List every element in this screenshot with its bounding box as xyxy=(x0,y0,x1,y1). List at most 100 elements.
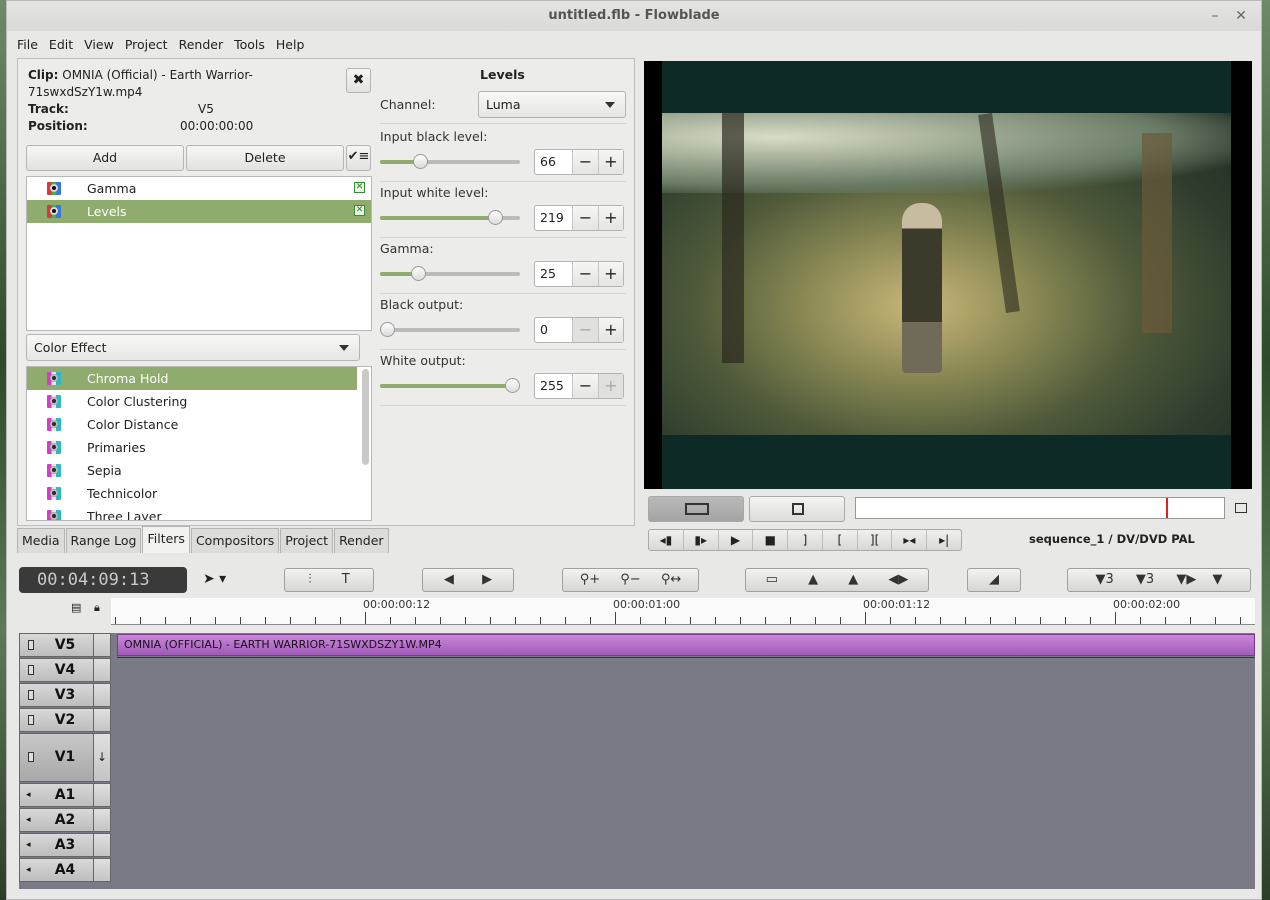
list-item[interactable]: Color Clustering xyxy=(27,390,371,413)
overwrite-range-icon: ▼ xyxy=(1212,572,1223,587)
clip-info: Clip: OMNIA (Official) - Earth Warrior-7… xyxy=(28,67,358,135)
track-toggle[interactable] xyxy=(93,633,111,657)
list-item[interactable]: Technicolor xyxy=(27,482,371,505)
slider-knob[interactable] xyxy=(380,322,395,337)
tab-filters[interactable]: Filters xyxy=(142,526,190,553)
toggle-all-filters-button[interactable]: ✔≡ xyxy=(346,145,371,171)
menu-project[interactable]: Project xyxy=(125,37,168,52)
increment-button[interactable]: + xyxy=(597,374,623,398)
stop-icon[interactable]: ■ xyxy=(753,530,789,550)
spin-value[interactable]: 255 xyxy=(535,374,572,398)
param-slider[interactable] xyxy=(380,322,520,337)
time-ruler[interactable]: 00:00:00:12 00:00:01:00 00:00:01:12 00:0… xyxy=(111,598,1255,625)
close-window-button[interactable]: ✕ xyxy=(1229,1,1253,31)
decrement-button[interactable]: − xyxy=(572,374,598,398)
lock-icon[interactable]: 🔒︎ xyxy=(94,601,100,615)
param-spinbutton[interactable]: 25− + xyxy=(534,261,624,287)
track-toggle[interactable] xyxy=(93,833,111,857)
clip-monitor-button[interactable] xyxy=(749,496,845,522)
play-icon[interactable]: ▶ xyxy=(719,530,754,550)
timecode-display[interactable]: 00:04:09:13 xyxy=(19,567,187,593)
insert-append-buttons[interactable]: ▼3 ▼3 ▼▶ ▼ xyxy=(1067,568,1251,592)
spin-value[interactable]: 0 xyxy=(535,318,572,342)
track-toggle[interactable] xyxy=(93,858,111,882)
go-to-out-icon[interactable]: ▸| xyxy=(927,530,961,550)
add-filter-button[interactable]: Add xyxy=(26,145,184,171)
tab-range-log[interactable]: Range Log xyxy=(65,528,142,553)
audio-mixer-button[interactable]: ⫶ T xyxy=(284,568,374,592)
clear-clip-button[interactable]: ✖ xyxy=(346,68,371,93)
tab-compositors[interactable]: Compositors xyxy=(190,528,280,553)
param-spinbutton[interactable]: 66− + xyxy=(534,149,624,175)
param-slider[interactable] xyxy=(380,154,520,169)
video-monitor[interactable] xyxy=(644,61,1252,489)
menu-file[interactable]: File xyxy=(17,37,38,52)
filter-group-select[interactable]: Color Effect xyxy=(26,334,360,361)
mark-out-icon[interactable]: [ xyxy=(823,530,858,550)
slider-knob[interactable] xyxy=(413,154,428,169)
param-slider[interactable] xyxy=(380,266,520,281)
channel-select[interactable]: Luma xyxy=(478,91,626,118)
track-toggle[interactable]: ↓ xyxy=(93,733,111,782)
track-toggle[interactable] xyxy=(93,658,111,682)
timeline-clip[interactable]: OMNIA (OFFICIAL) - EARTH WARRIOR-71SWXDS… xyxy=(117,634,1255,656)
menu-view[interactable]: View xyxy=(84,37,114,52)
menu-edit[interactable]: Edit xyxy=(49,37,73,52)
slider-knob[interactable] xyxy=(505,378,520,393)
edit-mode-dropdown[interactable]: ➤ ▾ xyxy=(203,571,226,587)
decrement-button[interactable]: − xyxy=(572,262,598,286)
move-arrows-button[interactable]: ◀ ▶ xyxy=(422,568,514,592)
increment-button[interactable]: + xyxy=(597,150,623,174)
clear-marks-icon[interactable]: ][ xyxy=(858,530,893,550)
filter-active-checkbox[interactable]: ✕ xyxy=(354,205,365,216)
spin-value[interactable]: 25 xyxy=(535,262,572,286)
track-toggle[interactable] xyxy=(93,783,111,807)
list-item[interactable]: Gamma ✕ xyxy=(27,177,371,200)
zoom-icon[interactable] xyxy=(1235,503,1247,513)
menu-help[interactable]: Help xyxy=(276,37,305,52)
spin-value[interactable]: 66 xyxy=(535,150,572,174)
prev-frame-icon[interactable]: ◂▮ xyxy=(649,530,684,550)
menu-tools[interactable]: Tools xyxy=(234,37,265,52)
param-slider[interactable] xyxy=(380,210,520,225)
spin-value[interactable]: 219 xyxy=(535,206,572,230)
increment-button[interactable]: + xyxy=(597,262,623,286)
compositor-button[interactable]: ◢ xyxy=(967,568,1021,592)
tab-render[interactable]: Render xyxy=(334,528,389,553)
tab-media[interactable]: Media xyxy=(17,528,65,553)
filter-active-checkbox[interactable]: ✕ xyxy=(354,182,365,193)
position-bar[interactable] xyxy=(855,497,1225,519)
list-item[interactable]: Levels ✕ xyxy=(27,200,371,223)
increment-button[interactable]: + xyxy=(597,318,623,342)
decrement-button[interactable]: − xyxy=(572,318,598,342)
param-spinbutton[interactable]: 255− + xyxy=(534,373,624,399)
delete-filter-button[interactable]: Delete xyxy=(186,145,344,171)
list-item[interactable]: Sepia xyxy=(27,459,371,482)
param-slider[interactable] xyxy=(380,378,520,393)
param-spinbutton[interactable]: 219− + xyxy=(534,205,624,231)
next-frame-icon[interactable]: ▮▸ xyxy=(684,530,719,550)
decrement-button[interactable]: − xyxy=(572,206,598,230)
param-spinbutton[interactable]: 0− + xyxy=(534,317,624,343)
timeline-monitor-button[interactable] xyxy=(648,496,744,522)
minimize-button[interactable]: – xyxy=(1203,1,1227,31)
track-toggle[interactable] xyxy=(93,808,111,832)
slider-knob[interactable] xyxy=(488,210,503,225)
increment-button[interactable]: + xyxy=(597,206,623,230)
go-to-in-icon[interactable]: ▸◂ xyxy=(892,530,928,550)
list-item[interactable]: Three Layer xyxy=(27,505,371,520)
tab-project[interactable]: Project xyxy=(280,528,334,553)
slider-knob[interactable] xyxy=(411,266,426,281)
decrement-button[interactable]: − xyxy=(572,150,598,174)
track-height-icon[interactable]: ▤ xyxy=(71,601,81,614)
lift-splice-buttons[interactable]: ▭ ▲ ▲ ◀▶ xyxy=(745,568,929,592)
track-toggle[interactable] xyxy=(93,708,111,732)
keyframe-buttons[interactable]: ⚲+ ⚲− ⚲↔ xyxy=(562,568,699,592)
list-item[interactable]: Color Distance xyxy=(27,413,371,436)
list-item[interactable]: Primaries xyxy=(27,436,371,459)
mark-in-icon[interactable]: ] xyxy=(788,530,823,550)
track-toggle[interactable] xyxy=(93,683,111,707)
menu-render[interactable]: Render xyxy=(179,37,224,52)
list-item[interactable]: Chroma Hold xyxy=(27,367,357,390)
timeline-tracks[interactable]: V5 V4 V3 V2 V1 ↓ ◂ A1 ◂ A2 ◂ A3 ◂ A4 OMNIA (… xyxy=(19,633,1255,889)
